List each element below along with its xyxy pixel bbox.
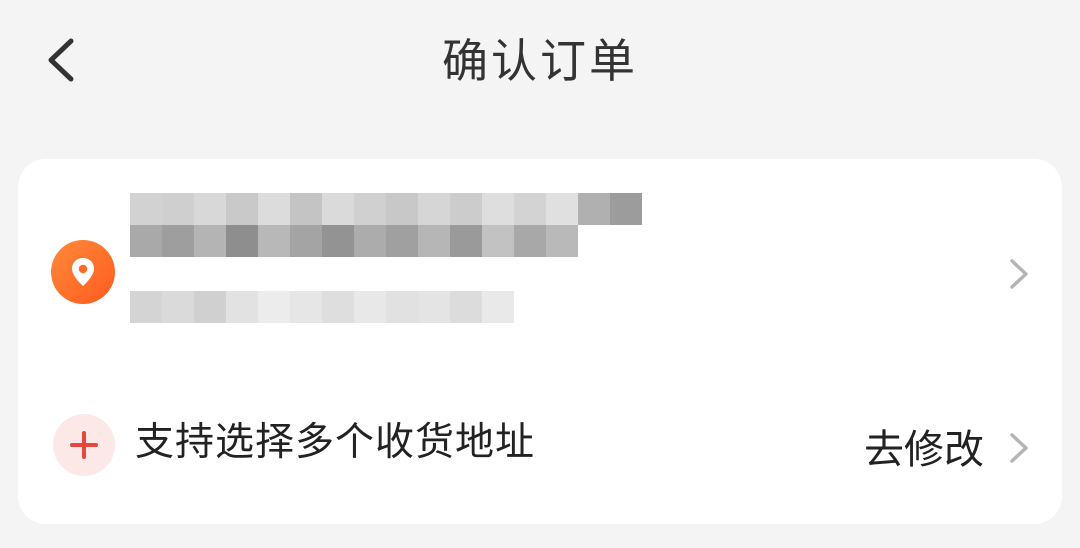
- chevron-right-icon: [1010, 433, 1028, 463]
- multi-address-label: 支持选择多个收货地址: [135, 420, 536, 465]
- nav-bar: 确认订单: [0, 0, 1080, 124]
- chevron-right-icon: [1010, 259, 1028, 289]
- address-detail-blurred: [130, 291, 514, 323]
- page-title: 确认订单: [442, 34, 638, 88]
- address-selector[interactable]: [130, 193, 670, 328]
- plus-icon: [53, 414, 115, 476]
- multi-address-row[interactable]: 支持选择多个收货地址 去修改: [18, 411, 1062, 481]
- address-recipient-blurred: [130, 193, 650, 257]
- location-pin-icon: [51, 240, 115, 304]
- address-card: 支持选择多个收货地址 去修改: [18, 159, 1062, 524]
- modify-button[interactable]: 去修改: [864, 421, 984, 479]
